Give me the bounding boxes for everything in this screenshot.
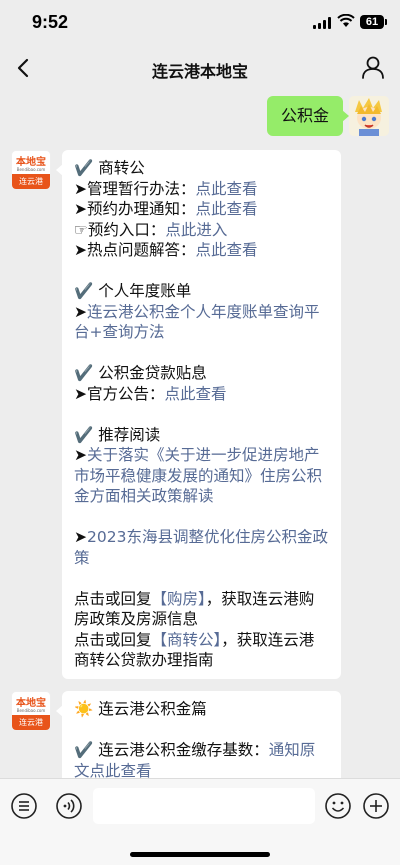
logo-city-text: 连云港 [12,715,50,730]
official-account-avatar[interactable]: 本地宝 Bendibao.com 连云港 [11,150,51,190]
message-line: 点击或回复【购房】，获取连云港购房政策及房源信息 [74,589,315,629]
emoji-icon[interactable] [324,792,352,820]
nav-bar: 连云港本地宝 [0,46,400,90]
message-line: ➤预约办理通知：点此查看 [74,200,258,218]
menu-list-icon[interactable] [10,792,38,820]
user-profile-icon[interactable] [360,54,386,80]
plus-icon[interactable] [362,792,390,820]
message-input[interactable] [93,788,315,824]
section-heading: ✔️ 公积金贷款贴息 [74,364,207,382]
chat-input-bar [0,778,400,865]
section-heading: ☀️ 连云港公积金篇 [74,700,207,718]
bot-message-bubble: ✔️ 商转公 ➤管理暂行办法：点此查看 ➤预约办理通知：点此查看 ☞预约入口：点… [56,150,341,679]
link-view-regulations[interactable]: 点此查看 [196,180,258,198]
status-bar: 9:52 61 [0,0,400,46]
cellular-signal-icon [313,17,331,29]
link-view-official-notice[interactable]: 点此查看 [165,385,227,403]
link-reply-buy-house[interactable]: 【购房】 [152,590,206,608]
message-line: ➤2023东海县调整优化住房公积金政策 [74,528,328,567]
section-heading: ✔️ 商转公 [74,159,145,177]
cartoon-avatar-icon [349,96,389,136]
message-line: ➤热点问题解答：点此查看 [74,241,258,259]
section-heading: ✔️ 个人年度账单 [74,282,192,300]
link-donghai-policy[interactable]: 2023东海县调整优化住房公积金政策 [74,528,328,567]
message-line: 点击或回复【商转公】，获取连云港商转公贷款办理指南 [74,630,315,670]
battery-icon: 61 [360,15,387,29]
my-avatar[interactable] [349,96,389,136]
message-line: ➤管理暂行办法：点此查看 [74,179,258,198]
link-annual-bill-query[interactable]: 连云港公积金个人年度账单查询平台+查询方法 [74,303,320,342]
status-time: 9:52 [32,12,69,32]
voice-icon[interactable] [55,792,83,820]
my-message-bubble[interactable]: 公积金 [266,96,350,136]
link-view-appointment-notice[interactable]: 点此查看 [196,200,258,218]
logo-domain-text: Bendibao.com [16,167,46,172]
link-view-faq[interactable]: 点此查看 [196,241,258,259]
message-line: ➤连云港公积金个人年度账单查询平台+查询方法 [74,302,320,342]
link-policy-interpretation[interactable]: 关于落实《关于进一步促进房地产市场平稳健康发展的通知》住房公积金方面相关政策解读 [74,446,322,505]
official-account-avatar[interactable]: 本地宝 Bendibao.com 连云港 [11,691,51,731]
logo-brand-text: 本地宝 [16,698,46,709]
my-message-text: 公积金 [280,106,329,125]
message-line: ✔️ 连云港公积金缴存基数：通知原文点此查看 [74,741,316,778]
chat-title: 连云港本地宝 [151,62,248,81]
logo-domain-text: Bendibao.com [16,708,46,713]
section-heading: ✔️ 推荐阅读 [74,425,161,444]
logo-brand-text: 本地宝 [16,157,46,168]
message-line: ➤官方公告：点此查看 [74,384,227,403]
message-line: ☞预约入口：点此进入 [74,220,228,239]
chat-message-list[interactable]: 公积金 本地宝 Bendibao.com 连云港 ✔️ 商转公 ➤管理暂行办法：… [0,90,400,778]
link-reply-loan-transfer[interactable]: 【商转公】 [152,631,222,649]
message-line: ➤关于落实《关于进一步促进房地产市场平稳健康发展的通知》住房公积金方面相关政策解… [74,446,323,505]
home-indicator[interactable] [130,852,270,857]
bot-message-bubble: ☀️ 连云港公积金篇 ✔️ 连云港公积金缴存基数：通知原文点此查看 [56,691,341,778]
logo-city-text: 连云港 [12,174,50,189]
wifi-icon [337,14,355,27]
link-appointment-entry[interactable]: 点此进入 [165,221,227,239]
